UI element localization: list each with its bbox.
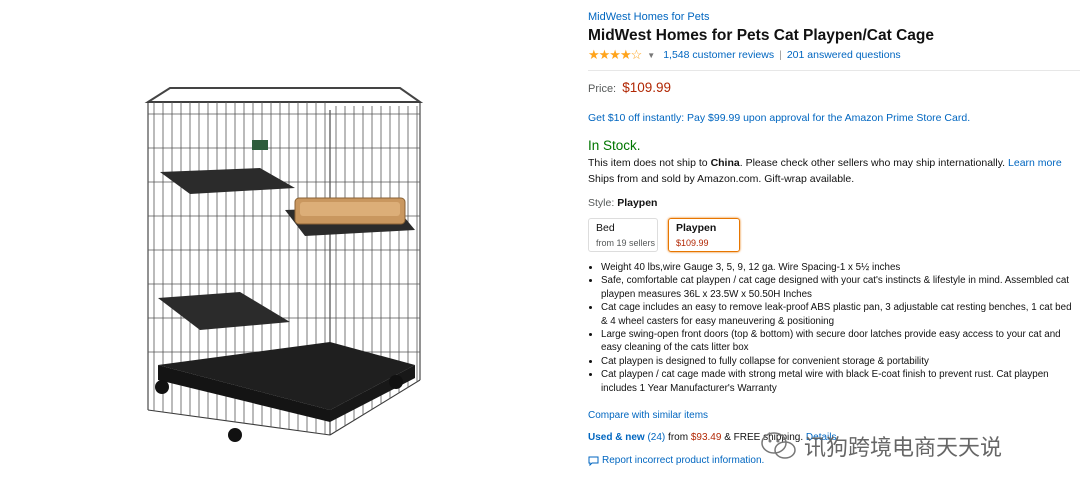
price-label: Price: <box>588 83 617 96</box>
style-option-name: Bed <box>596 221 615 234</box>
feature-bullet: Cat playpen / cat cage made with strong … <box>601 368 1080 395</box>
report-bubble-icon <box>588 456 599 466</box>
divider <box>588 70 1080 72</box>
style-label: Style: <box>588 197 615 210</box>
price-row: Price: $109.99 <box>588 79 1080 97</box>
product-title: MidWest Homes for Pets Cat Playpen/Cat C… <box>588 27 934 45</box>
stock-status: In Stock. <box>588 137 641 153</box>
style-swatches: Bed from 19 sellers Playpen $109.99 <box>588 217 1080 252</box>
ship-country: China <box>710 157 740 170</box>
price-amount: $109.99 <box>622 80 671 96</box>
shipping-notice: This item does not ship to China. Please… <box>588 157 1080 171</box>
chevron-down-icon[interactable]: ▼ <box>647 51 655 61</box>
report-info-text: Report incorrect product information. <box>602 455 765 467</box>
separator: | <box>779 49 782 62</box>
ship-suffix: . Please check other sellers who may shi… <box>739 157 1009 170</box>
questions-link[interactable]: 201 answered questions <box>787 49 901 63</box>
wechat-icon <box>761 432 796 459</box>
feature-bullet: Weight 40 lbs,wire Gauge 3, 5, 9, 12 ga.… <box>601 261 1080 274</box>
prime-card-promo-link[interactable]: Get $10 off instantly: Pay $99.99 upon a… <box>588 112 1080 126</box>
feature-bullet: Safe, comfortable cat playpen / cat cage… <box>601 274 1080 301</box>
feature-bullets: Weight 40 lbs,wire Gauge 3, 5, 9, 12 ga.… <box>588 261 1080 395</box>
learn-more-link[interactable]: Learn more <box>1008 157 1062 169</box>
feature-bullet: Cat cage includes an easy to remove leak… <box>601 301 1080 328</box>
watermark-text: 讯狗跨境电商天天说 <box>804 435 1003 460</box>
used-new-link[interactable]: Used & new <box>588 432 645 443</box>
style-option-sub: from 19 sellers <box>596 237 656 248</box>
compare-similar-link[interactable]: Compare with similar items <box>588 409 1080 422</box>
sold-by-text: Ships from and sold by Amazon.com. Gift-… <box>588 172 855 185</box>
style-option-price: $109.99 <box>676 237 709 248</box>
style-label-row: Style: Playpen <box>588 197 1080 211</box>
ship-prefix: This item does not ship to <box>588 157 711 170</box>
style-selected: Playpen <box>617 197 658 210</box>
feature-bullet: Large swing-open front doors (top & bott… <box>601 328 1080 355</box>
brand-link[interactable]: MidWest Homes for Pets <box>588 10 1080 24</box>
watermark: 讯狗跨境电商天天说 <box>760 430 1002 462</box>
product-image[interactable] <box>130 80 440 450</box>
used-new-count[interactable]: (24) <box>647 432 665 443</box>
style-option-playpen[interactable]: Playpen $109.99 <box>668 217 740 252</box>
feature-bullet: Cat playpen is designed to fully collaps… <box>601 355 1080 368</box>
used-new-from: from <box>665 432 691 444</box>
reviews-link[interactable]: 1,548 customer reviews <box>663 49 774 63</box>
star-rating-icon[interactable]: ★★★★☆ <box>588 47 642 64</box>
style-option-bed[interactable]: Bed from 19 sellers <box>588 217 658 252</box>
product-details: MidWest Homes for Pets MidWest Homes for… <box>588 10 1080 467</box>
rating-row: ★★★★☆ ▼ 1,548 customer reviews | 201 ans… <box>588 47 1080 64</box>
cat-cage-image <box>144 87 424 442</box>
style-option-name: Playpen <box>676 221 717 234</box>
used-new-price: $93.49 <box>690 432 722 444</box>
